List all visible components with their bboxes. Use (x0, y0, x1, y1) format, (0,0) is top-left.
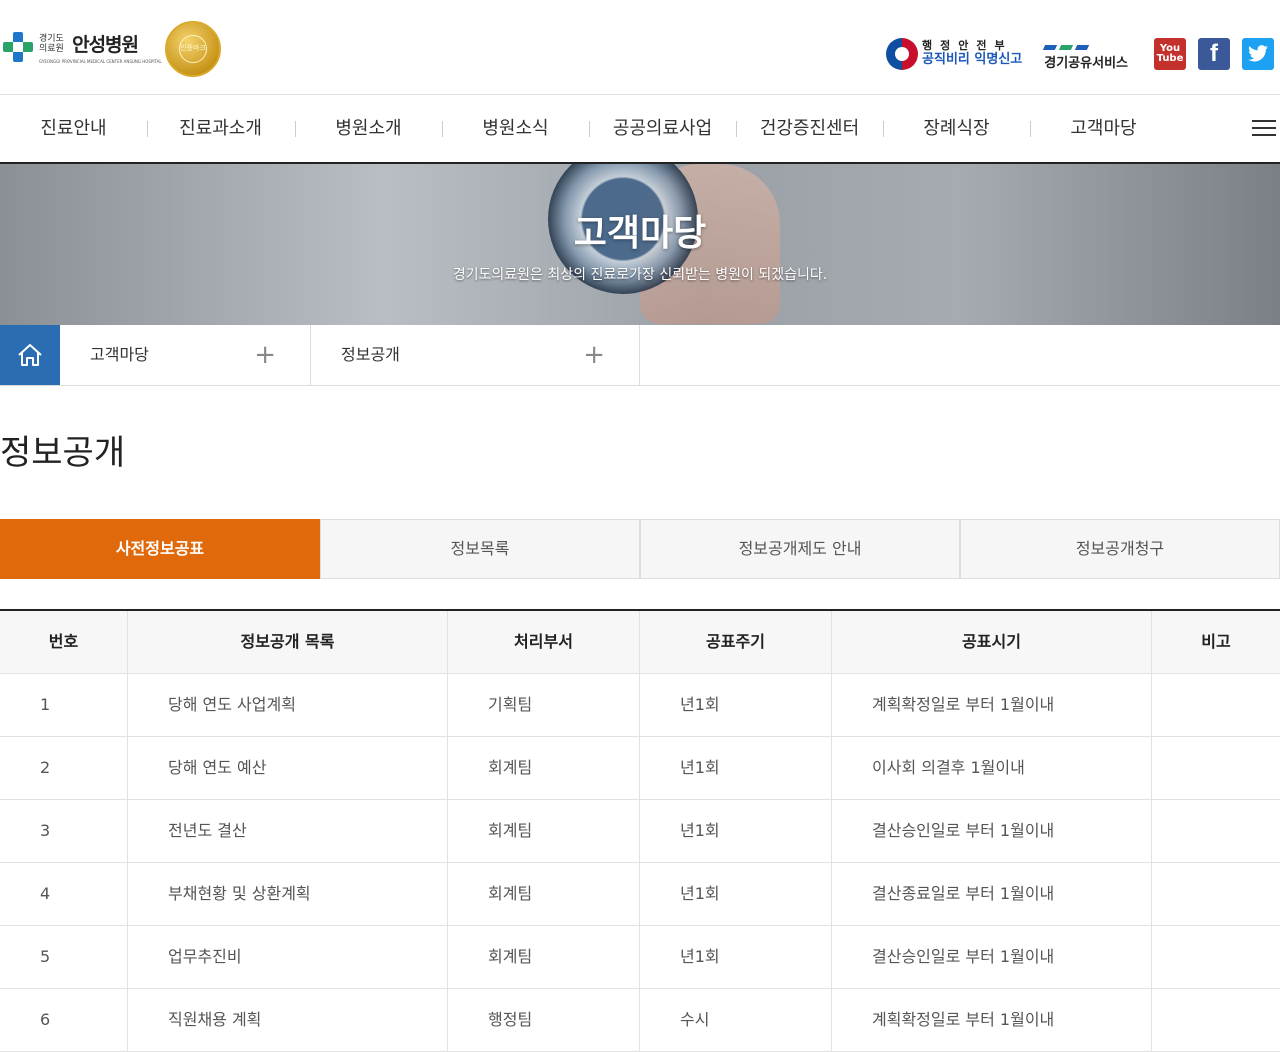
row-title: 당해 연도 예산 (128, 737, 448, 799)
home-icon (18, 344, 42, 366)
column-header: 번호 (0, 611, 128, 673)
row-timing: 계획확정일로 부터 1월이내 (832, 674, 1152, 736)
row-department: 회계팀 (448, 737, 640, 799)
row-cycle: 년1회 (640, 737, 832, 799)
nav-item-funeral[interactable]: 장례식장 (883, 95, 1030, 162)
certification-medal-icon: 인증마크 (165, 21, 221, 77)
row-cycle: 년1회 (640, 863, 832, 925)
nav-item-public-health[interactable]: 공공의료사업 (589, 95, 736, 162)
external-links: 행정안전부 공직비리 익명신고 경기공유서비스 You Tube f (886, 36, 1274, 71)
plus-icon: + (254, 340, 276, 370)
nav-item-health-center[interactable]: 건강증진센터 (736, 95, 883, 162)
column-header: 처리부서 (448, 611, 640, 673)
table-header-row: 번호 정보공개 목록 처리부서 공표주기 공표시기 비고 (0, 611, 1280, 674)
table-row: 6 직원채용 계획 행정팀 수시 계획확정일로 부터 1월이내 (0, 989, 1280, 1052)
share-service-label: 경기공유서비스 (1044, 56, 1128, 71)
location-depth1-label: 고객마당 (90, 345, 149, 364)
row-number: 1 (0, 674, 128, 736)
row-department: 회계팀 (448, 926, 640, 988)
row-timing: 이사회 의결후 1월이내 (832, 737, 1152, 799)
row-title: 부채현황 및 상환계획 (128, 863, 448, 925)
top-header: 경기도 의료원 안성병원 GYEONGGI PROVINCIAL MEDICAL… (0, 0, 1280, 95)
disclosure-table: 번호 정보공개 목록 처리부서 공표주기 공표시기 비고 1 당해 연도 사업계… (0, 609, 1280, 1052)
location-depth1-dropdown[interactable]: 고객마당 + (60, 325, 311, 385)
facebook-icon[interactable]: f (1198, 37, 1230, 70)
tab-pre-disclosure[interactable]: 사전정보공표 (0, 519, 320, 579)
taegeuk-icon (886, 37, 919, 70)
row-title: 당해 연도 사업계획 (128, 674, 448, 736)
row-note (1152, 800, 1280, 862)
medal-text: 인증마크 (180, 44, 206, 52)
main-navigation: 진료안내 진료과소개 병원소개 병원소식 공공의료사업 건강증진센터 장례식장 … (0, 95, 1280, 164)
twitter-icon[interactable] (1242, 37, 1274, 70)
column-header: 정보공개 목록 (128, 611, 448, 673)
row-cycle: 년1회 (640, 800, 832, 862)
gov-report-label: 공직비리 익명신고 (922, 52, 1023, 67)
row-cycle: 년1회 (640, 674, 832, 736)
row-department: 행정팀 (448, 989, 640, 1051)
row-number: 2 (0, 737, 128, 799)
plus-icon: + (583, 340, 605, 370)
table-row: 1 당해 연도 사업계획 기획팀 년1회 계획확정일로 부터 1월이내 (0, 674, 1280, 737)
row-number: 4 (0, 863, 128, 925)
nav-item-care-guide[interactable]: 진료안내 (0, 95, 147, 162)
location-depth2-dropdown[interactable]: 정보공개 + (311, 325, 640, 385)
row-timing: 결산종료일로 부터 1월이내 (832, 863, 1152, 925)
tab-request[interactable]: 정보공개청구 (960, 519, 1280, 579)
location-bar: 고객마당 + 정보공개 + (0, 325, 1280, 386)
row-timing: 결산승인일로 부터 1월이내 (832, 800, 1152, 862)
row-number: 6 (0, 989, 128, 1051)
page-title: 정보공개 (0, 433, 126, 473)
row-department: 회계팀 (448, 863, 640, 925)
share-service-link[interactable]: 경기공유서비스 (1043, 36, 1128, 71)
row-note (1152, 989, 1280, 1051)
logo-main-text: 안성병원 (72, 34, 139, 56)
gov-report-link[interactable]: 행정안전부 공직비리 익명신고 (886, 37, 1023, 70)
row-note (1152, 737, 1280, 799)
table-row: 4 부채현황 및 상환계획 회계팀 년1회 결산종료일로 부터 1월이내 (0, 863, 1280, 926)
nav-item-about[interactable]: 병원소개 (295, 95, 442, 162)
gov-ministry: 행정안전부 (922, 39, 1013, 52)
table-row: 5 업무추진비 회계팀 년1회 결산승인일로 부터 1월이내 (0, 926, 1280, 989)
row-number: 5 (0, 926, 128, 988)
row-title: 업무추진비 (128, 926, 448, 988)
column-header: 공표시기 (832, 611, 1152, 673)
table-row: 3 전년도 결산 회계팀 년1회 결산승인일로 부터 1월이내 (0, 800, 1280, 863)
nav-item-news[interactable]: 병원소식 (442, 95, 589, 162)
row-number: 3 (0, 800, 128, 862)
banner-title: 고객마당 (573, 213, 707, 254)
column-header: 비고 (1201, 632, 1231, 651)
row-title: 전년도 결산 (128, 800, 448, 862)
banner-subtitle: 경기도의료원은 최상의 진료로가장 신뢰받는 병원이 되겠습니다. (452, 267, 828, 283)
row-timing: 결산승인일로 부터 1월이내 (832, 926, 1152, 988)
cross-logo-icon (3, 32, 33, 62)
row-department: 기획팀 (448, 674, 640, 736)
row-cycle: 년1회 (640, 926, 832, 988)
logo-eng-text: GYEONGGI PROVINCIAL MEDICAL CENTER ANSUN… (39, 59, 162, 64)
row-title: 직원채용 계획 (128, 989, 448, 1051)
location-depth2-label: 정보공개 (341, 345, 400, 364)
home-button[interactable] (0, 325, 60, 385)
hamburger-menu-icon[interactable] (1252, 120, 1276, 138)
table-row: 2 당해 연도 예산 회계팀 년1회 이사회 의결후 1월이내 (0, 737, 1280, 800)
youtube-icon[interactable]: You Tube (1154, 37, 1186, 70)
row-note (1152, 863, 1280, 925)
row-department: 회계팀 (448, 800, 640, 862)
logo-small-text: 경기도 의료원 (39, 33, 64, 54)
nav-item-departments[interactable]: 진료과소개 (147, 95, 294, 162)
row-cycle: 수시 (640, 989, 832, 1051)
nav-item-customer[interactable]: 고객마당 (1030, 95, 1177, 162)
row-timing: 계획확정일로 부터 1월이내 (832, 989, 1152, 1051)
row-note (1152, 674, 1280, 736)
tab-info-list[interactable]: 정보목록 (320, 519, 640, 579)
hospital-logo[interactable]: 경기도 의료원 안성병원 GYEONGGI PROVINCIAL MEDICAL… (3, 30, 162, 64)
content-tabs: 사전정보공표 정보목록 정보공개제도 안내 정보공개청구 (0, 519, 1280, 579)
share-logo-icon (1043, 36, 1128, 50)
column-header: 공표주기 (640, 611, 832, 673)
tab-system-guide[interactable]: 정보공개제도 안내 (640, 519, 960, 579)
row-note (1152, 926, 1280, 988)
sub-visual-banner: 고객마당 경기도의료원은 최상의 진료로가장 신뢰받는 병원이 되겠습니다. (0, 164, 1280, 325)
